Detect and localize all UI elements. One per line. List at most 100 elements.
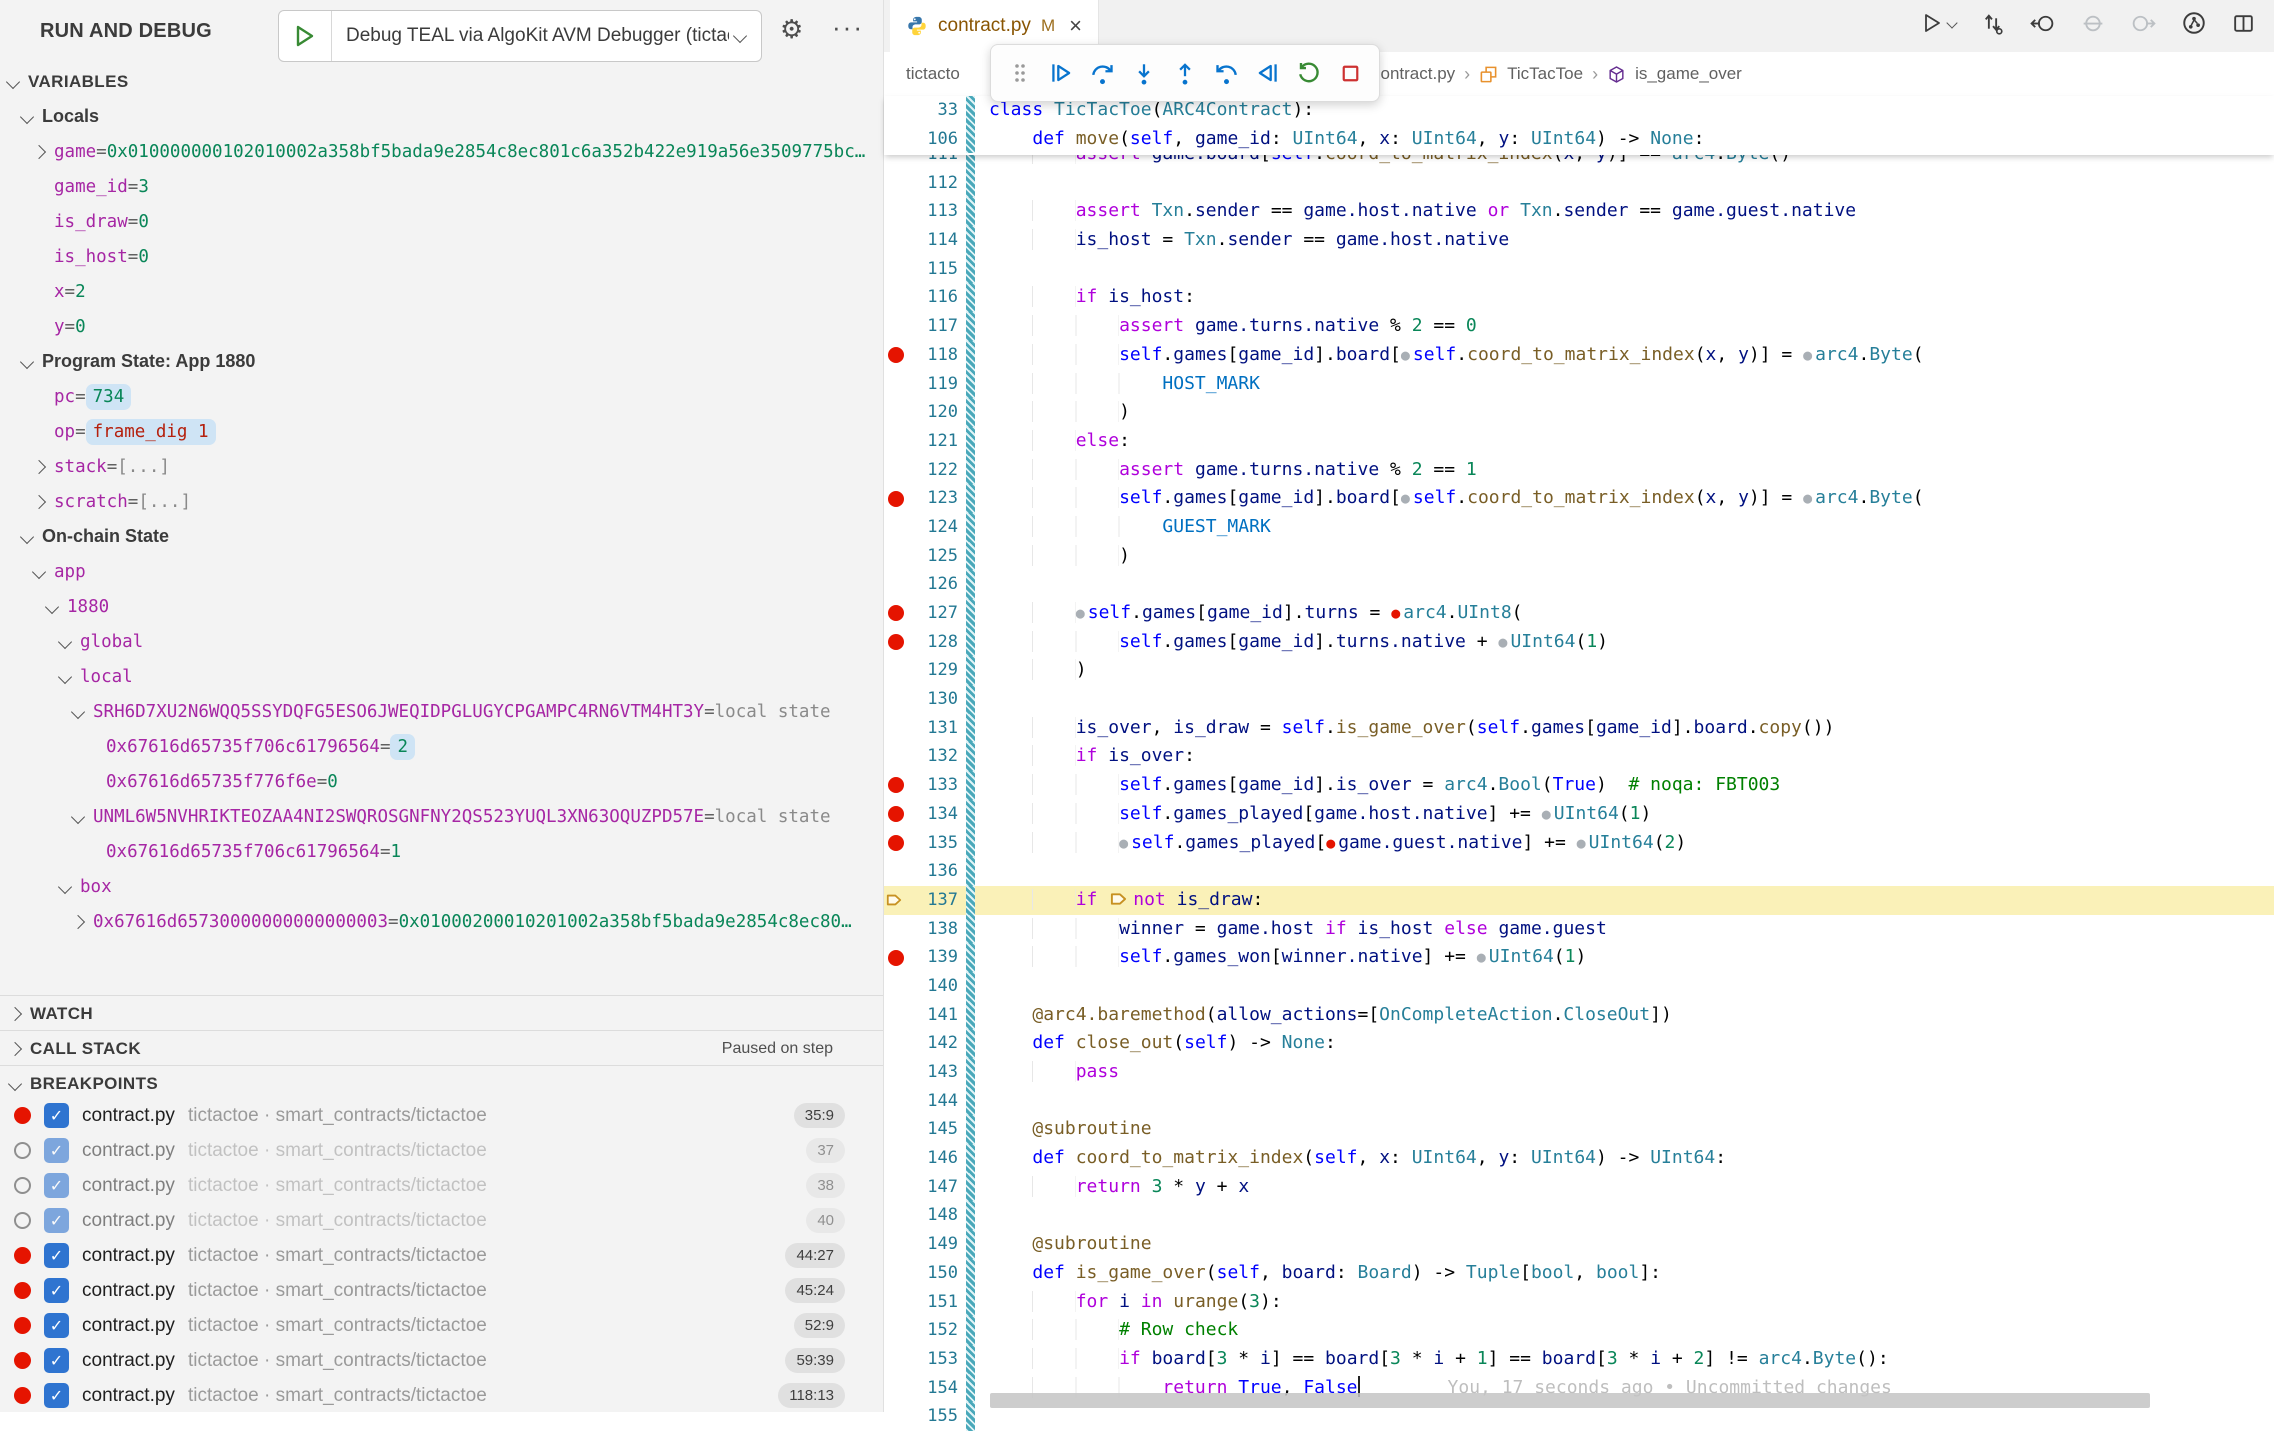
variable-row[interactable]: global	[0, 624, 883, 659]
code-line[interactable]: 127 ●self.games[game_id].turns = ●arc4.U…	[884, 599, 2274, 628]
breakpoint-checkbox[interactable]: ✓	[44, 1348, 69, 1373]
step-out-button[interactable]	[1168, 56, 1202, 90]
breakpoint-checkbox[interactable]: ✓	[44, 1383, 69, 1408]
breakpoint-checkbox[interactable]: ✓	[44, 1103, 69, 1128]
code-line[interactable]: 151 for i in urange(3):	[884, 1288, 2274, 1317]
code-line[interactable]: 115	[884, 255, 2274, 284]
code-line[interactable]: 140	[884, 972, 2274, 1001]
breakpoint-gutter[interactable]	[884, 1374, 908, 1403]
call-stack-section-header[interactable]: CALL STACK Paused on step	[0, 1030, 883, 1066]
code-line[interactable]: 152 # Row check	[884, 1316, 2274, 1345]
code-line[interactable]: 137 if not is_draw:	[884, 886, 2274, 915]
breadcrumb-item-folder[interactable]: tictacto	[906, 64, 960, 84]
breakpoint-row[interactable]: ✓contract.pytictactoe · smart_contracts/…	[0, 1238, 883, 1273]
step-back-button[interactable]	[1209, 56, 1243, 90]
breakpoint-gutter[interactable]	[884, 1144, 908, 1173]
chevron-down-icon[interactable]	[71, 704, 85, 718]
variable-row[interactable]: game_id = 3	[0, 169, 883, 204]
breakpoint-icon[interactable]	[888, 777, 904, 793]
breakpoint-gutter[interactable]	[884, 312, 908, 341]
breakpoint-gutter[interactable]	[884, 1230, 908, 1259]
variable-row[interactable]: box	[0, 869, 883, 904]
gear-icon[interactable]: ⚙	[780, 14, 803, 45]
chevron-right-icon[interactable]	[71, 914, 85, 928]
breakpoint-row[interactable]: ✓contract.pytictactoe · smart_contracts/…	[0, 1378, 883, 1412]
code-line[interactable]: 126	[884, 570, 2274, 599]
breakpoint-gutter[interactable]	[884, 943, 908, 972]
breakpoint-gutter[interactable]	[884, 1316, 908, 1345]
breakpoint-gutter[interactable]	[884, 1001, 908, 1030]
variable-row[interactable]: local	[0, 659, 883, 694]
breakpoint-checkbox[interactable]: ✓	[44, 1173, 69, 1198]
code-line[interactable]: 131 is_over, is_draw = self.is_game_over…	[884, 714, 2274, 743]
breakpoint-row[interactable]: ✓contract.pytictactoe · smart_contracts/…	[0, 1098, 883, 1133]
breakpoint-checkbox[interactable]: ✓	[44, 1138, 69, 1163]
breakpoint-icon[interactable]	[888, 347, 904, 363]
breakpoint-gutter[interactable]	[884, 714, 908, 743]
code-line[interactable]: 145 @subroutine	[884, 1115, 2274, 1144]
variable-row[interactable]: y = 0	[0, 309, 883, 344]
code-line[interactable]: 106 def move(self, game_id: UInt64, x: U…	[884, 125, 2274, 154]
code-line[interactable]: 118 self.games[game_id].board[●self.coor…	[884, 341, 2274, 370]
code-line[interactable]: 114 is_host = Txn.sender == game.host.na…	[884, 226, 2274, 255]
chevron-down-icon[interactable]	[20, 529, 34, 543]
variable-row[interactable]: op = frame_dig 1	[0, 414, 883, 449]
breakpoint-gutter[interactable]	[884, 1029, 908, 1058]
breakpoint-gutter[interactable]	[884, 915, 908, 944]
breakpoint-gutter[interactable]	[884, 1288, 908, 1317]
variable-row[interactable]: app	[0, 554, 883, 589]
code-line[interactable]: 124 GUEST_MARK	[884, 513, 2274, 542]
breakpoint-gutter[interactable]	[884, 283, 908, 312]
breakpoint-gutter[interactable]	[884, 341, 908, 370]
breakpoint-gutter[interactable]	[884, 1259, 908, 1288]
variable-row[interactable]: pc = 734	[0, 379, 883, 414]
restart-button[interactable]	[1292, 56, 1326, 90]
drag-grip-icon[interactable]	[1003, 56, 1037, 90]
breakpoint-gutter[interactable]	[884, 456, 908, 485]
breakpoint-gutter[interactable]	[884, 513, 908, 542]
breakpoint-icon[interactable]	[888, 806, 904, 822]
code-line[interactable]: 129 )	[884, 656, 2274, 685]
variable-row[interactable]: game = 0x010000000102010002a358bf5bada9e…	[0, 134, 883, 169]
code-line[interactable]: 143 pass	[884, 1058, 2274, 1087]
breakpoint-row[interactable]: ✓contract.pytictactoe · smart_contracts/…	[0, 1308, 883, 1343]
variable-row[interactable]: On-chain State	[0, 519, 883, 554]
breakpoint-gutter[interactable]	[884, 125, 908, 154]
code-line[interactable]: 146 def coord_to_matrix_index(self, x: U…	[884, 1144, 2274, 1173]
breakpoint-icon[interactable]	[888, 605, 904, 621]
code-line[interactable]: 150 def is_game_over(self, board: Board)…	[884, 1259, 2274, 1288]
horizontal-scrollbar[interactable]	[990, 1393, 2150, 1408]
chevron-right-icon[interactable]	[32, 144, 46, 158]
code-line[interactable]: 148	[884, 1201, 2274, 1230]
watch-section-header[interactable]: WATCH	[0, 995, 883, 1031]
variable-row[interactable]: 0x67616d65735f776f6e = 0	[0, 764, 883, 799]
step-back-circle-icon[interactable]	[2029, 11, 2056, 36]
breakpoint-gutter[interactable]	[884, 197, 908, 226]
breakpoint-checkbox[interactable]: ✓	[44, 1208, 69, 1233]
breakpoint-gutter[interactable]	[884, 484, 908, 513]
chevron-down-icon[interactable]	[6, 74, 20, 88]
variable-row[interactable]: is_host = 0	[0, 239, 883, 274]
code-area[interactable]: 111 assert game.board[self.coord_to_matr…	[884, 140, 2274, 1431]
more-actions-icon[interactable]: ···	[832, 12, 864, 43]
share-graph-icon[interactable]	[2181, 10, 2207, 36]
variable-row[interactable]: x = 2	[0, 274, 883, 309]
code-line[interactable]: 123 self.games[game_id].board[●self.coor…	[884, 484, 2274, 513]
code-line[interactable]: 142 def close_out(self) -> None:	[884, 1029, 2274, 1058]
code-line[interactable]: 116 if is_host:	[884, 283, 2274, 312]
breakpoint-gutter[interactable]	[884, 255, 908, 284]
variable-row[interactable]: 0x67616d65730000000000000003 = 0x0100020…	[0, 904, 883, 939]
chevron-down-icon[interactable]	[20, 109, 34, 123]
breakpoint-row[interactable]: ✓contract.pytictactoe · smart_contracts/…	[0, 1133, 883, 1168]
breakpoint-gutter[interactable]	[884, 886, 908, 915]
code-line[interactable]: 132 if is_over:	[884, 742, 2274, 771]
variable-row[interactable]: Locals	[0, 99, 883, 134]
breadcrumb-item-file[interactable]: contract.py	[1372, 64, 1455, 84]
breakpoint-checkbox[interactable]: ✓	[44, 1313, 69, 1338]
chevron-down-icon[interactable]	[20, 354, 34, 368]
variable-row[interactable]: VARIABLES	[0, 64, 883, 99]
breadcrumb-item-method[interactable]: is_game_over	[1635, 64, 1742, 84]
breakpoint-gutter[interactable]	[884, 800, 908, 829]
chevron-down-icon[interactable]	[58, 634, 72, 648]
breakpoint-gutter[interactable]	[884, 542, 908, 571]
